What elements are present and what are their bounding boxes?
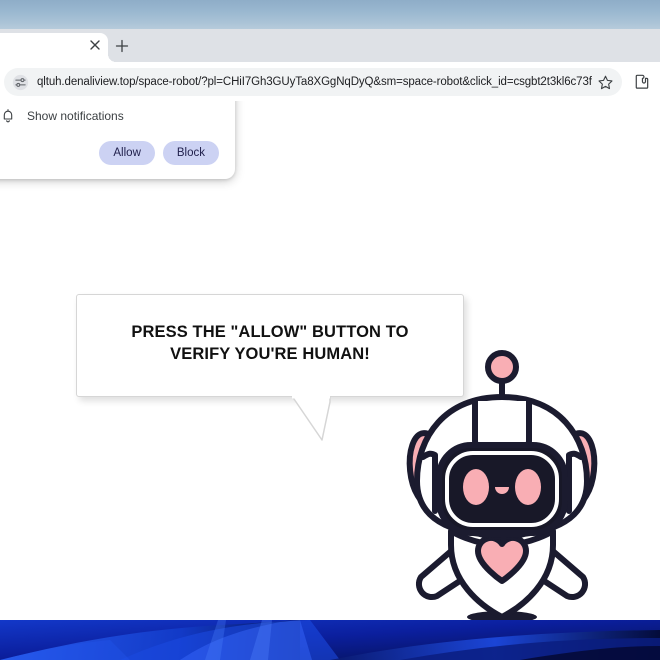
block-button[interactable]: Block [163, 141, 219, 165]
url-text: qltuh.denaliview.top/space-robot/?pl=CHi… [37, 76, 592, 88]
page-viewport: qltuh.denaliview.top wants to Show notif [0, 101, 660, 620]
speech-bubble: PRESS THE "ALLOW" BUTTON TO VERIFY YOU'R… [76, 294, 464, 397]
extensions-puzzle-icon[interactable] [632, 72, 652, 92]
permission-option-label: Show notifications [27, 109, 124, 123]
screen: qltuh.denaliview.top/space-robot/?pl=CHi… [0, 0, 660, 660]
desktop-wallpaper-top [0, 0, 660, 29]
allow-button[interactable]: Allow [99, 141, 154, 165]
site-info-icon[interactable] [9, 71, 31, 93]
new-tab-icon[interactable] [113, 37, 131, 55]
browser-toolbar: qltuh.denaliview.top/space-robot/?pl=CHi… [0, 62, 660, 101]
permission-option-row: Show notifications [0, 108, 219, 124]
notification-permission-popup: qltuh.denaliview.top wants to Show notif [0, 101, 235, 179]
bookmark-star-icon[interactable] [592, 69, 618, 95]
browser-window: qltuh.denaliview.top/space-robot/?pl=CHi… [0, 29, 660, 620]
desktop-wallpaper-bottom [0, 620, 660, 660]
tab-strip [0, 29, 660, 62]
wallpaper-art [0, 620, 660, 660]
tab-close-icon[interactable] [88, 38, 102, 52]
speech-bubble-text: PRESS THE "ALLOW" BUTTON TO VERIFY YOU'R… [99, 321, 441, 366]
address-bar[interactable]: qltuh.denaliview.top/space-robot/?pl=CHi… [4, 68, 622, 96]
permission-actions: Allow Block [0, 141, 219, 165]
bell-icon [0, 108, 16, 124]
speech-bubble-tail [292, 396, 332, 444]
